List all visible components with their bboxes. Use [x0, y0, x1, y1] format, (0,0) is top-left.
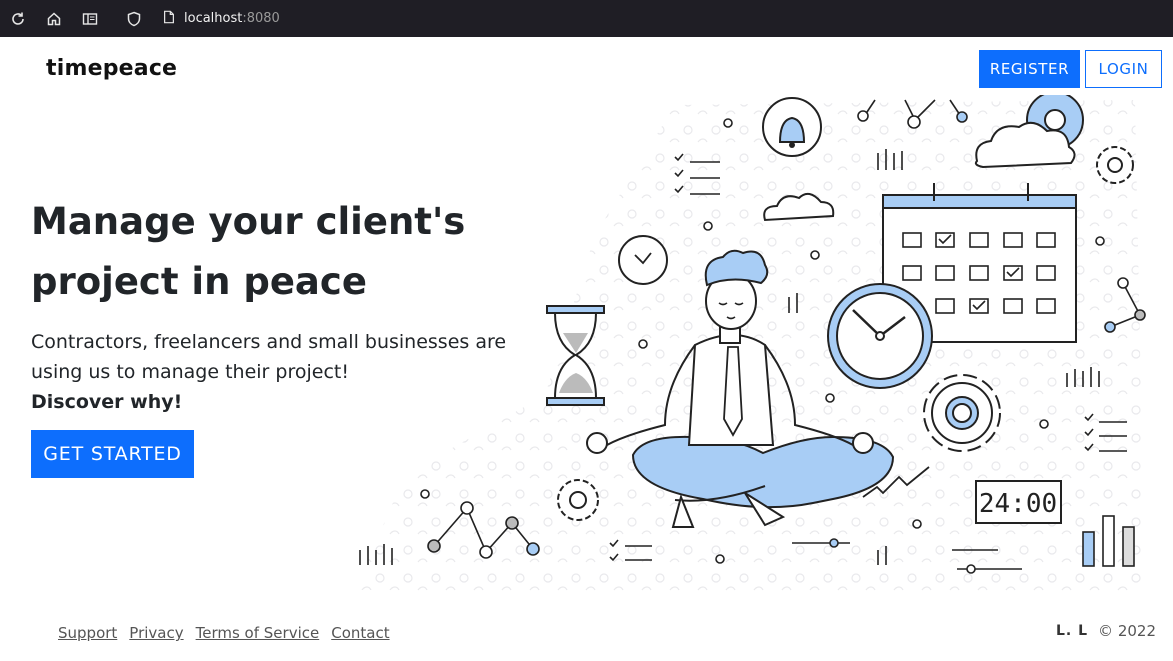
address-bar[interactable]: localhost:8080 [158, 10, 280, 28]
wall-clock-icon [618, 235, 668, 285]
footer-copyright: L. L © 2022 [1056, 622, 1156, 640]
get-started-button[interactable]: GET STARTED [31, 430, 194, 478]
footer-link-terms[interactable]: Terms of Service [196, 624, 320, 642]
login-button[interactable]: LOGIN [1085, 50, 1162, 88]
copyright-text: © 2022 [1098, 622, 1156, 640]
footer-link-contact[interactable]: Contact [331, 624, 389, 642]
url-host: localhost [184, 11, 243, 26]
footer-logo: L. L [1056, 623, 1089, 639]
bell-icon [762, 97, 822, 157]
reader-view-icon[interactable] [72, 0, 108, 37]
url-port: :8080 [242, 11, 280, 26]
meditation-illustration: 24:00 [355, 95, 1146, 595]
footer-links: Support Privacy Terms of Service Contact [58, 624, 390, 642]
brand-logo[interactable]: timepeace [46, 56, 177, 81]
gear-large-icon [923, 374, 1001, 452]
hero-emphasis: Discover why! [31, 391, 183, 413]
page-icon [162, 10, 176, 28]
home-icon[interactable] [36, 0, 72, 37]
clock-icon [827, 283, 933, 389]
register-button[interactable]: REGISTER [979, 50, 1080, 88]
browser-toolbar: localhost:8080 [0, 0, 1173, 37]
footer-link-privacy[interactable]: Privacy [129, 624, 183, 642]
digital-clock-icon: 24:00 [975, 480, 1062, 524]
gear-icon [1096, 146, 1134, 184]
reload-icon[interactable] [0, 0, 36, 37]
digital-clock-text: 24:00 [979, 489, 1057, 519]
footer-link-support[interactable]: Support [58, 624, 117, 642]
shield-icon[interactable] [116, 0, 152, 37]
